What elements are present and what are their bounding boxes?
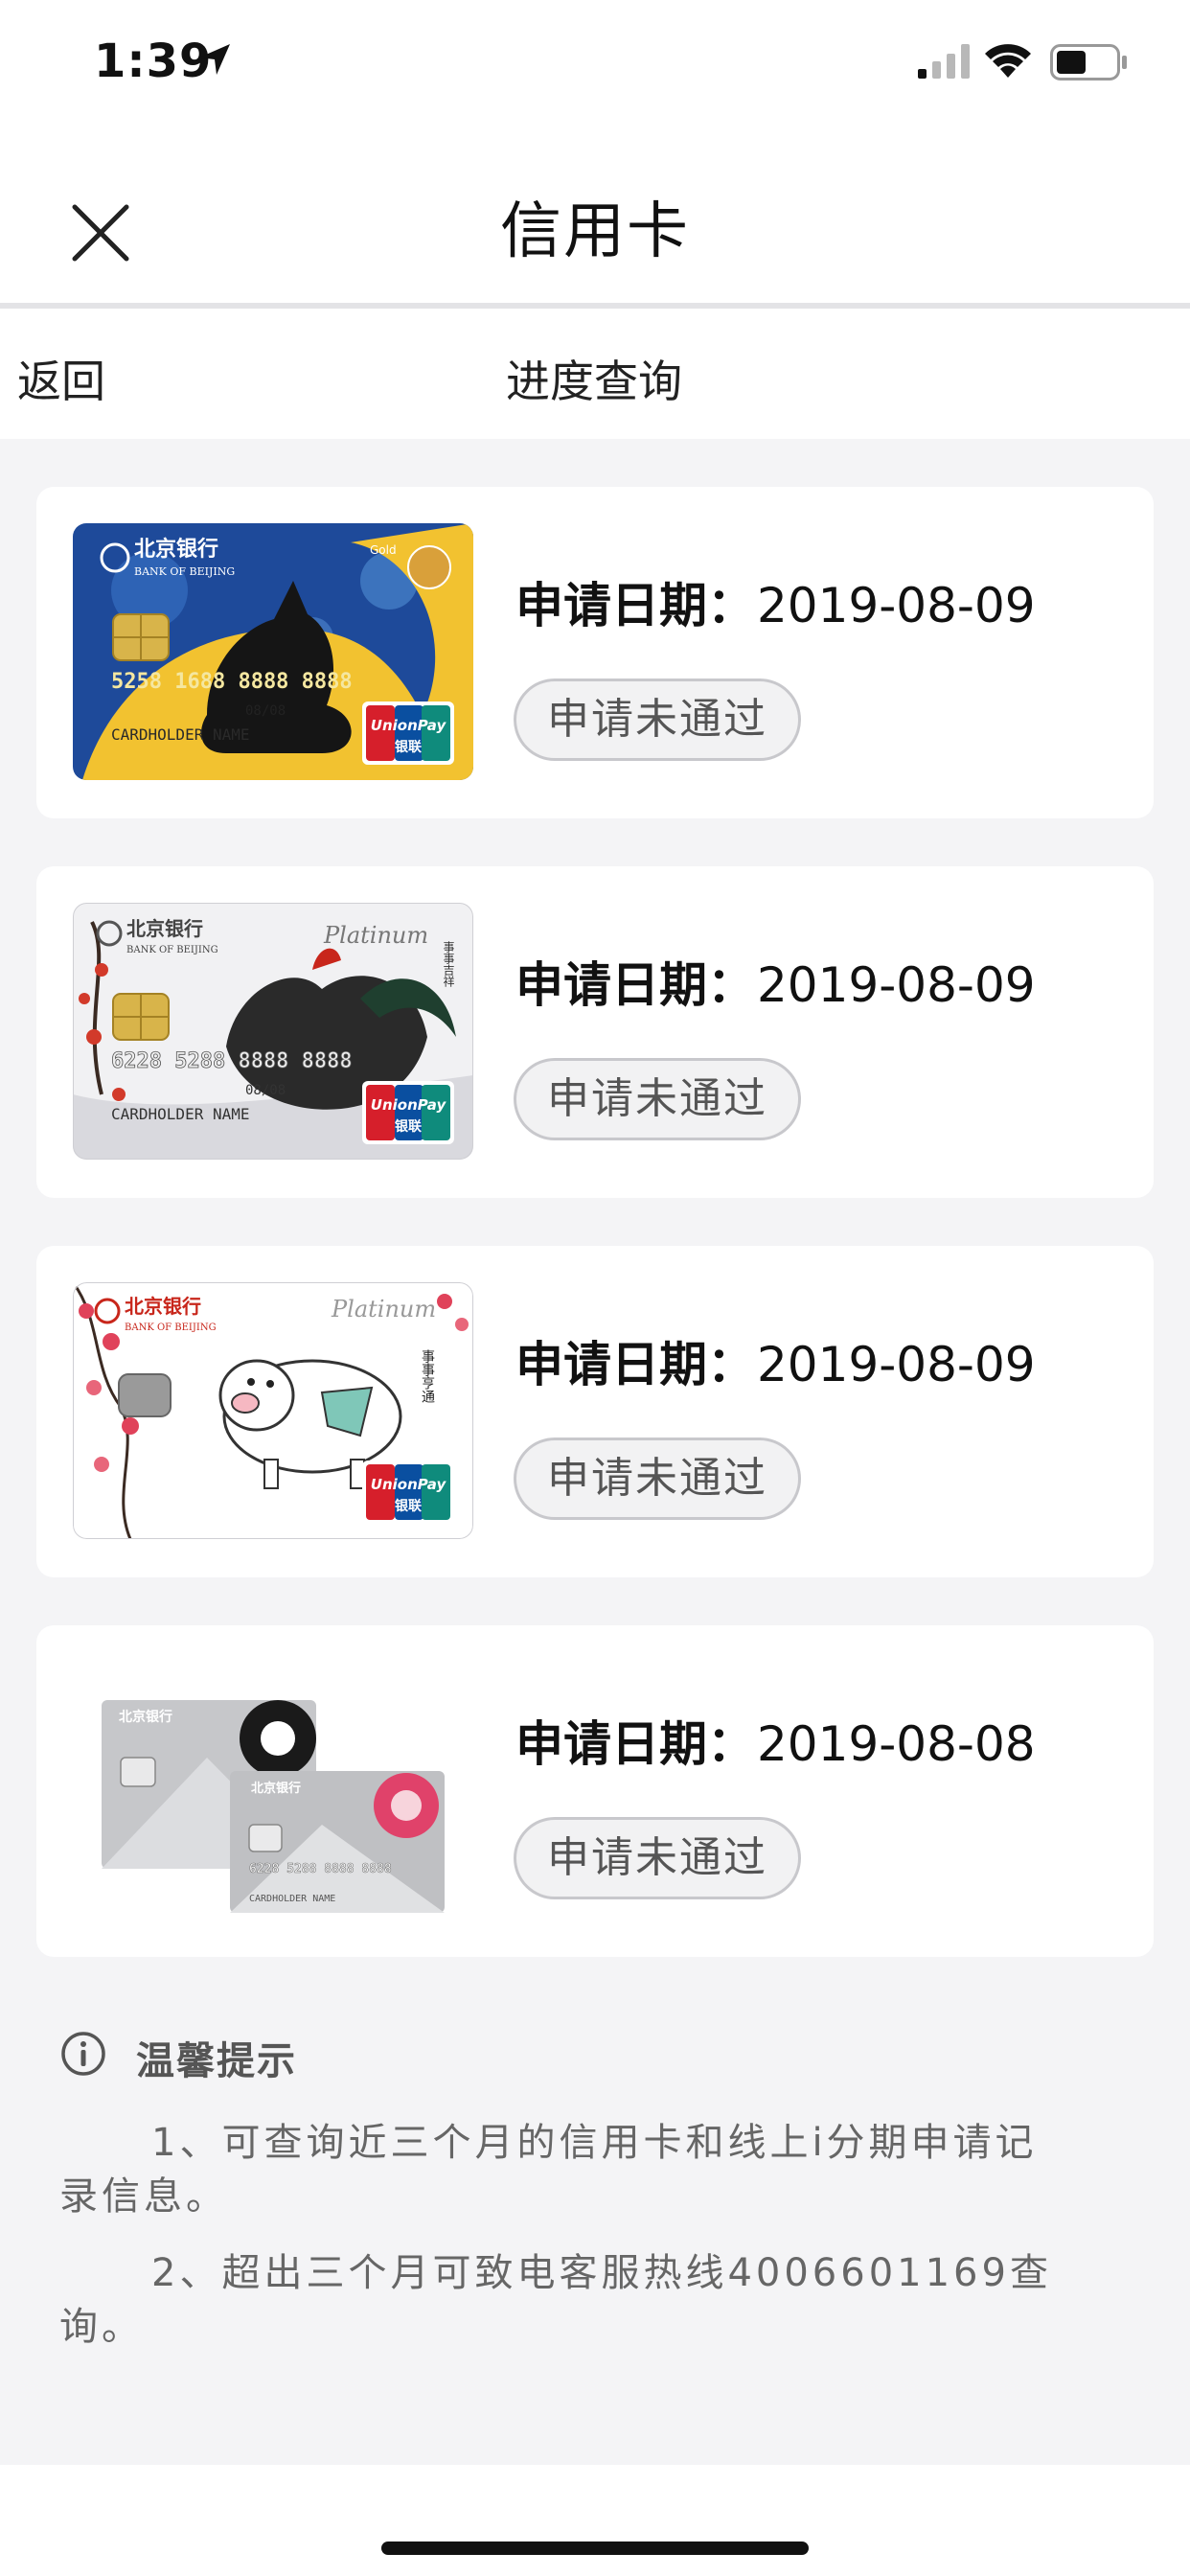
application-date: 申请日期：2019-08-09 bbox=[515, 567, 1036, 636]
card-tier-platinum: Platinum bbox=[331, 1296, 436, 1322]
unionpay-label: UnionPay bbox=[371, 717, 447, 734]
bank-name-en: BANK OF BEIJING bbox=[125, 1322, 217, 1333]
bank-name-cn: 北京银行 bbox=[126, 917, 203, 940]
nav-bar: 信用卡 bbox=[0, 144, 1190, 303]
tips-header: 温馨提示 bbox=[59, 2030, 1133, 2087]
status-badge[interactable]: 申请未通过 bbox=[514, 1817, 801, 1899]
status-badge[interactable]: 申请未通过 bbox=[514, 1438, 801, 1520]
card-tier-platinum: Platinum bbox=[323, 922, 428, 949]
cardholder-name: CARDHOLDER NAME bbox=[249, 1894, 335, 1904]
back-link[interactable]: 返回 bbox=[17, 347, 105, 410]
yinlian-label: 银联 bbox=[395, 1498, 423, 1514]
tip-item: 1、可查询近三个月的信用卡和线上i分期申请记录信息。 bbox=[59, 2121, 1038, 2219]
bank-name-cn: 北京银行 bbox=[125, 1295, 201, 1318]
date-label: 申请日期： bbox=[515, 957, 755, 1013]
cellular-signal-icon bbox=[918, 44, 970, 79]
platinum-rooster-card-image: 北京银行 BANK OF BEIJING Platinum 事事吉祥 6228 … bbox=[73, 903, 473, 1160]
unionpay-label: UnionPay bbox=[371, 1476, 447, 1493]
battery-icon bbox=[1050, 44, 1127, 80]
tips-title: 温馨提示 bbox=[136, 2039, 297, 2083]
date-label: 申请日期： bbox=[515, 1337, 755, 1392]
date-value: 2019-08-09 bbox=[757, 957, 1036, 1013]
tip-item: 2、超出三个月可致电客服热线4006601169查询。 bbox=[59, 2251, 1052, 2349]
card-motto: 事事亨通 bbox=[420, 1349, 435, 1404]
bottom-bar bbox=[0, 2465, 1190, 2576]
date-value: 2019-08-09 bbox=[757, 1337, 1036, 1392]
card-number: 6228 5288 8888 8888 bbox=[111, 1049, 353, 1073]
unionpay-label: UnionPay bbox=[371, 1096, 447, 1114]
yinlian-label: 银联 bbox=[395, 739, 423, 755]
date-value: 2019-08-09 bbox=[757, 578, 1036, 633]
application-list: 北京银行 BANK OF BEIJING Gold 5258 1688 8888… bbox=[36, 487, 1154, 2005]
sub-bar: 返回 进度查询 bbox=[0, 309, 1190, 439]
cardholder-name: CARDHOLDER NAME bbox=[111, 725, 250, 744]
card-valid: 08/08 bbox=[245, 1083, 286, 1098]
card-number: 6228 5288 8888 8888 bbox=[249, 1862, 392, 1876]
bank-name-cn: 北京银行 bbox=[119, 1709, 172, 1725]
application-item[interactable]: 北京银行 BANK OF BEIJING Gold 5258 1688 8888… bbox=[36, 487, 1154, 818]
location-arrow-icon bbox=[199, 44, 230, 75]
date-value: 2019-08-08 bbox=[757, 1716, 1036, 1772]
bank-name-cn: 北京银行 bbox=[134, 537, 218, 562]
application-item[interactable]: 北京银行 BANK OF BEIJING Platinum 事事亨通 Union… bbox=[36, 1246, 1154, 1577]
page-title: 信用卡 bbox=[500, 196, 690, 267]
application-date: 申请日期：2019-08-09 bbox=[515, 1326, 1036, 1395]
status-badge[interactable]: 申请未通过 bbox=[514, 1058, 801, 1140]
yinlian-label: 银联 bbox=[395, 1118, 423, 1135]
date-label: 申请日期： bbox=[515, 1716, 755, 1772]
bank-name-cn: 北京银行 bbox=[251, 1781, 301, 1796]
application-date: 申请日期：2019-08-09 bbox=[515, 947, 1036, 1016]
card-motto: 事事吉祥 bbox=[442, 941, 455, 987]
application-item[interactable]: 北京银行 北京银行 6228 5288 8888 8888 CARDHOLDER… bbox=[36, 1625, 1154, 1957]
platinum-pig-card-image: 北京银行 BANK OF BEIJING Platinum 事事亨通 Union… bbox=[73, 1282, 473, 1539]
cardholder-name: CARDHOLDER NAME bbox=[111, 1105, 250, 1123]
status-bar: 1:39 bbox=[0, 0, 1190, 144]
gold-dog-card-image: 北京银行 BANK OF BEIJING Gold 5258 1688 8888… bbox=[73, 523, 473, 780]
home-indicator[interactable] bbox=[381, 2542, 809, 2555]
wifi-icon bbox=[985, 44, 1031, 78]
card-valid: 08/08 bbox=[245, 703, 286, 719]
status-badge[interactable]: 申请未通过 bbox=[514, 678, 801, 761]
tips-section: 温馨提示 1、可查询近三个月的信用卡和线上i分期申请记录信息。 2、超出三个月可… bbox=[59, 2030, 1133, 2349]
info-icon bbox=[61, 2032, 105, 2076]
bank-name-en: BANK OF BEIJING bbox=[126, 945, 218, 955]
bank-name-en: BANK OF BEIJING bbox=[134, 565, 235, 578]
application-item[interactable]: 北京银行 BANK OF BEIJING Platinum 事事吉祥 6228 … bbox=[36, 866, 1154, 1198]
subbar-title: 进度查询 bbox=[506, 356, 682, 407]
card-tier-gold: Gold bbox=[370, 543, 397, 557]
date-label: 申请日期： bbox=[515, 578, 755, 633]
status-time: 1:39 bbox=[94, 34, 213, 88]
application-date: 申请日期：2019-08-08 bbox=[515, 1706, 1036, 1775]
card-number: 5258 1688 8888 8888 bbox=[111, 670, 353, 694]
silver-flower-cards-image: 北京银行 北京银行 6228 5288 8888 8888 CARDHOLDER… bbox=[73, 1662, 473, 1919]
